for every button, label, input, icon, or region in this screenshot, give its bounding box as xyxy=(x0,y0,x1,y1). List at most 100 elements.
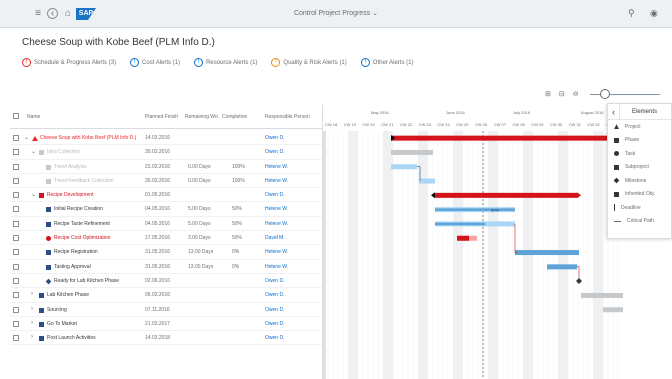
row-responsible[interactable]: Helene W. xyxy=(265,164,288,170)
table-row[interactable]: Recipe Registration 31.05.2016 13.00 Days 0… xyxy=(10,245,322,260)
row-name[interactable]: Trend Feedback Collection xyxy=(54,178,114,184)
row-checkbox[interactable] xyxy=(13,292,19,299)
row-responsible[interactable]: Helene W. xyxy=(265,206,288,212)
timeline-week: CW 28 xyxy=(512,122,525,127)
chevron-left-icon[interactable]: ‹ xyxy=(608,103,620,120)
row-responsible[interactable]: Owen D. xyxy=(265,192,284,198)
row-responsible[interactable]: Owen D. xyxy=(265,307,284,313)
collapse-row-icon[interactable]: ⌄ xyxy=(24,134,29,141)
column-header-completion[interactable]: Completion xyxy=(222,114,247,120)
row-name[interactable]: Recipe Cost Optimization xyxy=(54,235,110,241)
row-name[interactable]: Post Launch Activities xyxy=(47,335,96,341)
action-label: Schedule & Progress Alerts (3) xyxy=(34,59,117,66)
expand-icon[interactable]: ⊞ xyxy=(545,90,551,98)
zoom-slider-handle[interactable] xyxy=(600,89,610,99)
row-name[interactable]: Ready for Lab Kitchen Phase xyxy=(54,278,119,284)
row-name[interactable]: Cheese Soup with Kobe Beef (PLM Info D.) xyxy=(40,135,136,141)
row-checkbox[interactable] xyxy=(13,263,19,270)
table-row[interactable]: › Lab Kitchen Phase 06.03.2016 Owen D. xyxy=(10,288,322,303)
row-checkbox[interactable] xyxy=(13,306,19,313)
task-bar xyxy=(547,264,577,270)
row-responsible[interactable]: Owen D. xyxy=(265,292,284,298)
row-responsible[interactable]: David M. xyxy=(265,235,285,241)
bar-end-marker xyxy=(577,192,581,199)
row-responsible[interactable]: Owen D. xyxy=(265,135,284,141)
row-responsible[interactable]: Helene W. xyxy=(265,264,288,270)
row-name[interactable]: Lab Kitchen Phase xyxy=(47,292,89,298)
row-checkbox[interactable] xyxy=(13,249,19,256)
row-responsible[interactable]: Owen D. xyxy=(265,278,284,284)
table-row[interactable]: › Post Launch Activities 14.03.2018 Owen D. xyxy=(10,331,322,346)
row-responsible[interactable]: Owen D. xyxy=(265,335,284,341)
resource-icon: ! xyxy=(194,58,204,67)
search-icon[interactable]: ⚲ xyxy=(628,8,635,19)
shell-bar: ≡ ‹ ⌂ SAP Control Project Progress ⌄ ⚲ ◉ xyxy=(0,0,672,28)
row-name[interactable]: Initial Recipe Creation xyxy=(54,206,103,212)
row-responsible[interactable]: Owen D. xyxy=(265,149,284,155)
row-checkbox[interactable] xyxy=(13,177,19,184)
table-row[interactable]: Trend Feedback Collection 30.03.2016 0.00 … xyxy=(10,174,322,189)
table-row[interactable]: ⌄ Idea Collection 30.03.2016 Owen D. xyxy=(10,145,322,160)
row-name[interactable]: Go To Market xyxy=(47,321,77,327)
row-name[interactable]: Recipe Development xyxy=(47,192,93,198)
row-planned-finish: 17.05.2016 xyxy=(145,235,171,242)
row-name[interactable]: Tasting Approval xyxy=(54,264,91,270)
row-responsible[interactable]: Helene W. xyxy=(265,249,288,255)
triangle-legend-icon xyxy=(614,124,619,130)
table-row[interactable]: › Sourcing 07.11.2016 Owen D. xyxy=(10,303,322,317)
legend-label: Deadline xyxy=(621,204,641,211)
table-row[interactable]: Initial Recipe Creation 04.05.2016 5.00 Da… xyxy=(10,202,322,217)
row-name[interactable]: Trend Analysis xyxy=(54,164,87,170)
row-name[interactable]: Sourcing xyxy=(47,307,67,313)
zoom-out-icon[interactable]: ⊖ xyxy=(573,90,579,98)
row-name[interactable]: Recipe Registration xyxy=(54,249,98,255)
action-link-0[interactable]: ! Schedule & Progress Alerts (3) xyxy=(22,58,116,67)
collapse-row-icon[interactable]: ⌄ xyxy=(31,148,36,155)
column-header-finish[interactable]: Planned Finish xyxy=(145,114,178,120)
expand-row-icon[interactable]: › xyxy=(31,334,33,340)
row-remaining: 5.00 Days xyxy=(188,220,211,227)
table-row[interactable]: Ready for Lab Kitchen Phase 02.06.2016 Owe… xyxy=(10,274,322,289)
row-checkbox[interactable] xyxy=(13,149,19,156)
row-responsible[interactable]: Owen D. xyxy=(265,321,284,327)
table-row[interactable]: Trend Analysis 23.03.2016 0.00 Days 100% Hel… xyxy=(10,160,322,174)
row-checkbox[interactable] xyxy=(13,192,19,199)
row-checkbox[interactable] xyxy=(13,206,19,213)
row-responsible[interactable]: Helene W. xyxy=(265,221,288,227)
shell-title[interactable]: Control Project Progress ⌄ xyxy=(0,9,672,17)
column-header-remaining[interactable]: Remaining Wo. xyxy=(185,114,219,120)
table-row[interactable]: Tasting Approval 31.05.2016 13.00 Days 0% He… xyxy=(10,260,322,274)
expand-row-icon[interactable]: › xyxy=(31,306,33,312)
square-element-icon xyxy=(46,207,51,213)
row-checkbox[interactable] xyxy=(13,220,19,227)
table-row[interactable]: Recipe Taste Refinement 04.05.2016 5.00 Da… xyxy=(10,217,322,232)
action-link-1[interactable]: ! Cost Alerts (1) xyxy=(130,58,180,67)
row-checkbox[interactable] xyxy=(13,235,19,242)
row-checkbox[interactable] xyxy=(13,135,19,141)
table-row[interactable]: › Go To Market 21.03.2017 Owen D. xyxy=(10,317,322,332)
action-link-2[interactable]: ! Resource Alerts (1) xyxy=(194,58,257,67)
row-checkbox[interactable] xyxy=(13,163,19,170)
column-header-person[interactable]: Responsible Person xyxy=(265,114,310,120)
row-checkbox[interactable] xyxy=(13,335,19,342)
row-name[interactable]: Idea Collection xyxy=(47,149,80,155)
column-header-name[interactable]: Name xyxy=(27,114,40,120)
select-all-checkbox[interactable] xyxy=(13,113,19,119)
row-checkbox[interactable] xyxy=(13,277,19,284)
table-row[interactable]: Recipe Cost Optimization 17.05.2016 3.00 D… xyxy=(10,231,322,246)
row-checkbox[interactable] xyxy=(13,320,19,327)
row-name[interactable]: Recipe Taste Refinement xyxy=(54,221,110,227)
action-link-3[interactable]: ! Quality & Risk Alerts (1) xyxy=(271,58,347,67)
expand-row-icon[interactable]: › xyxy=(31,291,33,297)
legend-item: Deadline xyxy=(608,201,671,215)
collapse-icon[interactable]: ⊟ xyxy=(559,90,565,98)
row-responsible[interactable]: Helene W. xyxy=(265,178,288,184)
weekend-column xyxy=(348,131,353,379)
legend-item: Project xyxy=(608,120,671,134)
user-icon[interactable]: ◉ xyxy=(650,8,658,19)
table-row[interactable]: ⌄ Recipe Development 01.05.2016 Owen D. xyxy=(10,188,322,203)
expand-row-icon[interactable]: › xyxy=(31,320,33,326)
collapse-row-icon[interactable]: ⌄ xyxy=(31,191,36,198)
action-link-4[interactable]: ! Other Alerts (1) xyxy=(360,58,413,67)
table-row[interactable]: ⌄ Cheese Soup with Kobe Beef (PLM Info D.… xyxy=(10,131,322,146)
